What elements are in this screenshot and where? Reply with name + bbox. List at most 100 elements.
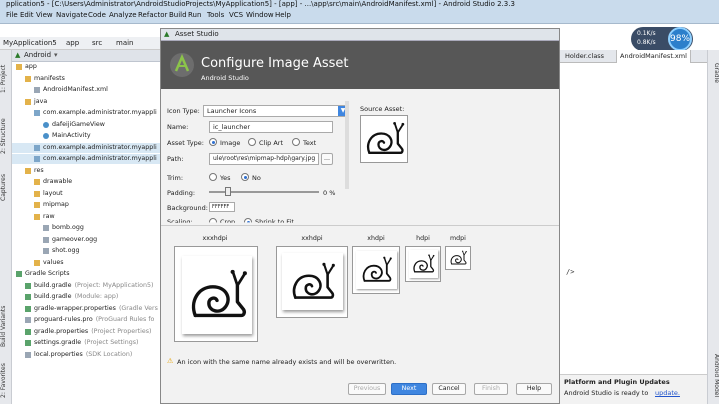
tree-item[interactable]: Gradle Scripts	[12, 269, 160, 279]
tree-item-label: manifests	[34, 74, 65, 82]
file-icon	[34, 87, 40, 93]
breadcrumb-src[interactable]: src	[92, 39, 102, 47]
menu-view[interactable]: View	[36, 11, 53, 19]
density-label-hdpi: hdpi	[416, 235, 430, 242]
menu-file[interactable]: File	[6, 11, 18, 19]
tree-item[interactable]: java	[12, 97, 160, 107]
snail-image	[292, 262, 335, 299]
menu-help[interactable]: Help	[275, 11, 291, 19]
chevron-down-icon[interactable]: ▾	[54, 51, 58, 59]
menu-analyze[interactable]: Analyze	[109, 11, 137, 19]
icon-type-select[interactable]: Launcher Icons ▼	[203, 105, 349, 117]
tree-item[interactable]: shot.ogg	[12, 246, 160, 256]
menu-window[interactable]: Window	[246, 11, 274, 19]
tree-item-label: com.example.administrator.myappli	[43, 143, 157, 151]
trim-no-label[interactable]: No	[252, 174, 261, 182]
breadcrumb-main[interactable]: main	[116, 39, 134, 47]
tab-android-manifest[interactable]: AndroidManifest.xml	[616, 50, 691, 63]
update-link[interactable]: update.	[655, 389, 680, 397]
notification-text: Android Studio is ready to	[564, 389, 649, 397]
browse-button[interactable]: ...	[321, 153, 333, 165]
code-editor[interactable]: />	[560, 50, 707, 404]
tree-item-label: bomb.ogg	[52, 224, 84, 231]
trim-yes-radio[interactable]	[209, 173, 217, 181]
tree-item[interactable]: gradle.properties (Project Properties)	[12, 327, 160, 337]
tree-item[interactable]: build.gradle (Project: MyApplication5)	[12, 281, 160, 291]
asset-type-text-radio[interactable]	[292, 138, 300, 146]
breadcrumb-project[interactable]: MyApplication5	[3, 39, 57, 47]
menu-code[interactable]: Code	[88, 11, 106, 19]
tree-item[interactable]: raw	[12, 212, 160, 222]
tree-item[interactable]: AndroidManifest.xml	[12, 85, 160, 95]
tree-item[interactable]: com.example.administrator.myappli	[12, 108, 160, 118]
cancel-button[interactable]: Cancel	[432, 383, 466, 395]
update-notification[interactable]: Platform and Plugin Updates Android Stud…	[560, 374, 707, 404]
project-view-selector[interactable]: Android	[24, 51, 51, 59]
tree-item[interactable]: res	[12, 166, 160, 176]
tab-project[interactable]: 1: Project	[0, 54, 12, 104]
asset-type-clipart-label[interactable]: Clip Art	[259, 139, 283, 147]
menu-tools[interactable]: Tools	[207, 11, 224, 19]
finish-button[interactable]: Finish	[474, 383, 508, 395]
asset-type-text-label[interactable]: Text	[303, 139, 316, 147]
menu-refactor[interactable]: Refactor	[138, 11, 167, 19]
trim-yes-label[interactable]: Yes	[220, 174, 231, 182]
padding-slider-thumb[interactable]	[225, 187, 231, 196]
tree-item[interactable]: app	[12, 62, 160, 72]
tab-captures[interactable]: Captures	[0, 168, 12, 208]
window-title: pplication5 - [C:\Users\Administrator\An…	[6, 0, 515, 8]
tree-item[interactable]: layout	[12, 189, 160, 199]
asset-type-clipart-radio[interactable]	[248, 138, 256, 146]
tree-item-label: res	[34, 166, 44, 174]
tree-item[interactable]: com.example.administrator.myappli	[12, 142, 160, 153]
tree-item[interactable]: settings.gradle (Project Settings)	[12, 338, 160, 348]
menu-vcs[interactable]: VCS	[229, 11, 243, 19]
menu-build[interactable]: Build	[169, 11, 187, 19]
menu-edit[interactable]: Edit	[20, 11, 34, 19]
tree-item[interactable]: dafeijiGameView	[12, 120, 160, 130]
next-button[interactable]: Next	[391, 383, 427, 395]
file-icon	[25, 317, 31, 323]
tree-item[interactable]: drawable	[12, 177, 160, 187]
source-asset-preview	[360, 115, 408, 163]
tree-item[interactable]: com.example.administrator.myappli	[12, 154, 160, 164]
gradle-icon	[16, 271, 22, 277]
trim-no-radio[interactable]	[241, 173, 249, 181]
tree-item[interactable]: manifests	[12, 74, 160, 84]
file-icon	[43, 225, 49, 231]
tree-item[interactable]: local.properties (SDK Location)	[12, 350, 160, 360]
asset-type-image-label[interactable]: Image	[220, 139, 240, 147]
code-snippet: />	[566, 268, 575, 276]
tab-holder-class[interactable]: Holder.class	[562, 50, 607, 63]
tree-item[interactable]: values	[12, 258, 160, 268]
tree-item[interactable]: mipmap	[12, 200, 160, 210]
tree-item[interactable]: build.gradle (Module: app)	[12, 292, 160, 302]
breadcrumb-app[interactable]: app	[66, 39, 79, 47]
folder-icon	[34, 190, 40, 197]
tab-structure[interactable]: 2: Structure	[0, 110, 12, 162]
snail-image	[191, 269, 247, 318]
form-scrollbar[interactable]	[345, 101, 349, 189]
background-color-swatch[interactable]: FFFFFF	[209, 202, 235, 212]
tree-item[interactable]: MainActivity	[12, 131, 160, 141]
tree-item[interactable]: bomb.ogg	[12, 223, 160, 233]
tree-item[interactable]: gameover.ogg	[12, 235, 160, 245]
help-button[interactable]: Help	[516, 383, 552, 395]
menu-run[interactable]: Run	[188, 11, 201, 19]
previous-button[interactable]: Previous	[348, 383, 386, 395]
menu-navigate[interactable]: Navigate	[56, 11, 87, 19]
tree-item[interactable]: gradle-wrapper.properties (Gradle Vers	[12, 304, 160, 314]
tab-android-model[interactable]: Android Model	[708, 350, 719, 402]
tree-item[interactable]: proguard-rules.pro (ProGuard Rules fo	[12, 315, 160, 325]
tree-item-label: AndroidManifest.xml	[43, 86, 108, 93]
tab-build-variants[interactable]: Build Variants	[0, 298, 12, 354]
gradle-icon	[25, 294, 31, 300]
name-input[interactable]: ic_launcher	[209, 121, 333, 133]
tab-favorites[interactable]: 2: Favorites	[0, 360, 12, 402]
tree-item-label: java	[34, 97, 48, 105]
class-icon	[43, 121, 49, 128]
tree-item-label: MainActivity	[52, 132, 91, 139]
tab-gradle[interactable]: Gradle	[708, 58, 719, 88]
path-input[interactable]: ule\root\res\mipmap-hdpi\gary.jpg	[209, 153, 319, 165]
asset-type-image-radio[interactable]	[209, 138, 217, 146]
